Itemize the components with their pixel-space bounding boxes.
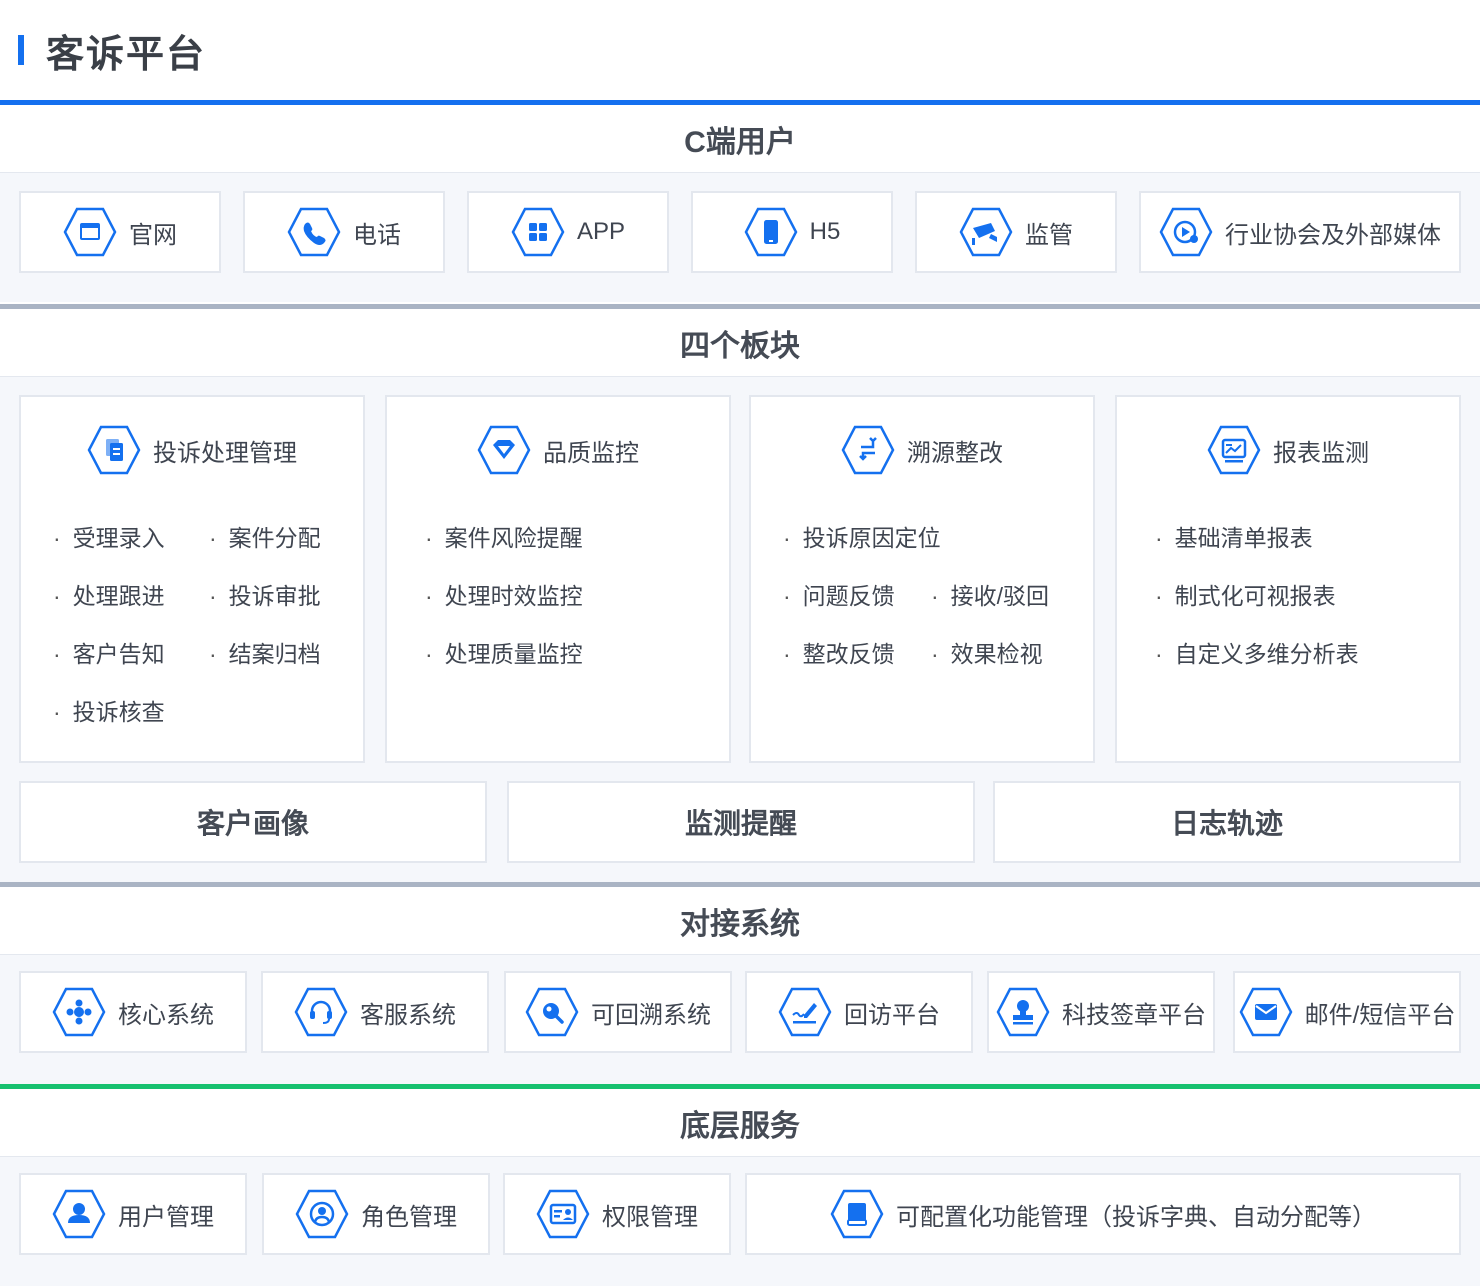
base-row: 用户管理 角色管理 权限管理 可配置化功能管理（投诉字典、自动分配等） (0, 1173, 1480, 1255)
service-label: 权限管理 (602, 1203, 698, 1231)
block-panel-report-monitoring: 报表监测 基础清单报表 制式化可视报表 自定义多维分析表 (1115, 395, 1461, 763)
channel-label: 行业协会及外部媒体 (1225, 221, 1441, 249)
service-label: 角色管理 (361, 1203, 457, 1231)
system-card[interactable]: 核心系统 (19, 971, 247, 1053)
panel-header: 溯源整改 (751, 425, 1093, 475)
panel-item: 基础清单报表 (1155, 519, 1313, 553)
service-label: 可配置化功能管理（投诉字典、自动分配等） (896, 1203, 1376, 1231)
headset-icon (294, 987, 348, 1037)
user-circle-icon (295, 1189, 349, 1239)
exchange-arrows-icon (841, 425, 895, 475)
signature-pen-icon (778, 987, 832, 1037)
block-panel-complaint-handling: 投诉处理管理 受理录入 案件分配 处理跟进 投诉审批 客户告知 结案归档 投诉核… (19, 395, 365, 763)
system-label: 邮件/短信平台 (1304, 1001, 1456, 1029)
extra-card-monitoring-alert[interactable]: 监测提醒 (507, 781, 975, 863)
system-label: 可回溯系统 (591, 1001, 711, 1029)
channel-label: 官网 (129, 221, 177, 249)
panel-item: 结案归档 (209, 635, 321, 669)
envelope-icon (1239, 987, 1293, 1037)
service-card[interactable]: 权限管理 (503, 1173, 731, 1255)
channel-label: H5 (809, 218, 841, 245)
documents-icon (87, 425, 141, 475)
panel-header: 投诉处理管理 (21, 425, 363, 475)
extra-card-label: 客户画像 (196, 808, 309, 839)
panel-item: 问题反馈 (783, 577, 895, 611)
panel-item: 案件风险提醒 (425, 519, 583, 553)
system-card[interactable]: 邮件/短信平台 (1233, 971, 1461, 1053)
panel-item: 处理时效监控 (425, 577, 583, 611)
channel-card[interactable]: APP (467, 191, 669, 273)
channel-card[interactable]: 行业协会及外部媒体 (1139, 191, 1461, 273)
phone-icon (287, 207, 341, 257)
system-card[interactable]: 回访平台 (745, 971, 973, 1053)
page-title: 客诉平台 (46, 33, 207, 76)
section-title: 四个板块 (0, 309, 1480, 377)
panel-item: 受理录入 (53, 519, 165, 553)
service-card[interactable]: 用户管理 (19, 1173, 247, 1255)
extra-card-log-trace[interactable]: 日志轨迹 (993, 781, 1461, 863)
section-title: C端用户 (0, 105, 1480, 173)
service-card[interactable]: 可配置化功能管理（投诉字典、自动分配等） (745, 1173, 1461, 1255)
block-panel-quality-monitoring: 品质监控 案件风险提醒 处理时效监控 处理质量监控 (385, 395, 731, 763)
channel-card[interactable]: 监管 (915, 191, 1117, 273)
panel-item: 投诉核查 (53, 693, 165, 727)
panel-item: 效果检视 (931, 635, 1043, 669)
channel-card[interactable]: H5 (691, 191, 893, 273)
mobile-icon (744, 207, 798, 257)
report-chart-icon (1207, 425, 1261, 475)
extra-card-label: 监测提醒 (684, 808, 797, 839)
panel-item: 自定义多维分析表 (1155, 635, 1359, 669)
panel-item: 客户告知 (53, 635, 165, 669)
system-card[interactable]: 客服系统 (261, 971, 489, 1053)
search-magnifier-icon (525, 987, 579, 1037)
channel-card[interactable]: 官网 (19, 191, 221, 273)
title-accent-bar (18, 35, 24, 65)
panel-item: 投诉审批 (209, 577, 321, 611)
browser-window-icon (63, 207, 117, 257)
panel-header: 报表监测 (1117, 425, 1459, 475)
stamp-seal-icon (996, 987, 1050, 1037)
panel-item: 投诉原因定位 (783, 519, 941, 553)
section-title: 对接系统 (0, 887, 1480, 955)
panel-item: 整改反馈 (783, 635, 895, 669)
panel-item: 接收/驳回 (931, 577, 1049, 611)
panel-title: 溯源整改 (907, 439, 1003, 467)
system-label: 客服系统 (360, 1001, 456, 1029)
diamond-icon (477, 425, 531, 475)
extra-card-customer-profile[interactable]: 客户画像 (19, 781, 487, 863)
panel-title: 报表监测 (1273, 439, 1369, 467)
panel-item: 制式化可视报表 (1155, 577, 1336, 611)
id-card-icon (536, 1189, 590, 1239)
book-icon (830, 1189, 884, 1239)
panel-title: 投诉处理管理 (153, 439, 297, 467)
panel-header: 品质监控 (387, 425, 729, 475)
panel-item: 案件分配 (209, 519, 321, 553)
panel-title: 品质监控 (543, 439, 639, 467)
user-icon (52, 1189, 106, 1239)
app-grid-icon (511, 207, 565, 257)
channel-label: APP (576, 218, 626, 245)
system-card[interactable]: 科技签章平台 (987, 971, 1215, 1053)
service-label: 用户管理 (118, 1203, 214, 1231)
block-panel-root-cause: 溯源整改 投诉原因定位 问题反馈 接收/驳回 整改反馈 效果检视 (749, 395, 1095, 763)
page-header: 客诉平台 (0, 0, 1480, 100)
integration-row: 核心系统 客服系统 可回溯系统 回访平台 科技签章平台 邮件/短信平台 (0, 971, 1480, 1053)
camera-surveillance-icon (959, 207, 1013, 257)
system-label: 科技签章平台 (1062, 1001, 1206, 1029)
channel-card[interactable]: 电话 (243, 191, 445, 273)
system-card[interactable]: 可回溯系统 (504, 971, 732, 1053)
system-label: 回访平台 (844, 1001, 940, 1029)
channel-label: 电话 (353, 221, 401, 249)
system-label: 核心系统 (118, 1001, 214, 1029)
core-cluster-icon (52, 987, 106, 1037)
service-card[interactable]: 角色管理 (262, 1173, 490, 1255)
section-title: 底层服务 (0, 1089, 1480, 1157)
panel-item: 处理质量监控 (425, 635, 583, 669)
c-users-row: 官网 电话 APP H5 监管 行业协会及外部媒体 (0, 191, 1480, 273)
channel-label: 监管 (1025, 221, 1073, 249)
media-play-icon (1159, 207, 1213, 257)
extra-card-label: 日志轨迹 (1170, 808, 1283, 839)
panel-item: 处理跟进 (53, 577, 165, 611)
